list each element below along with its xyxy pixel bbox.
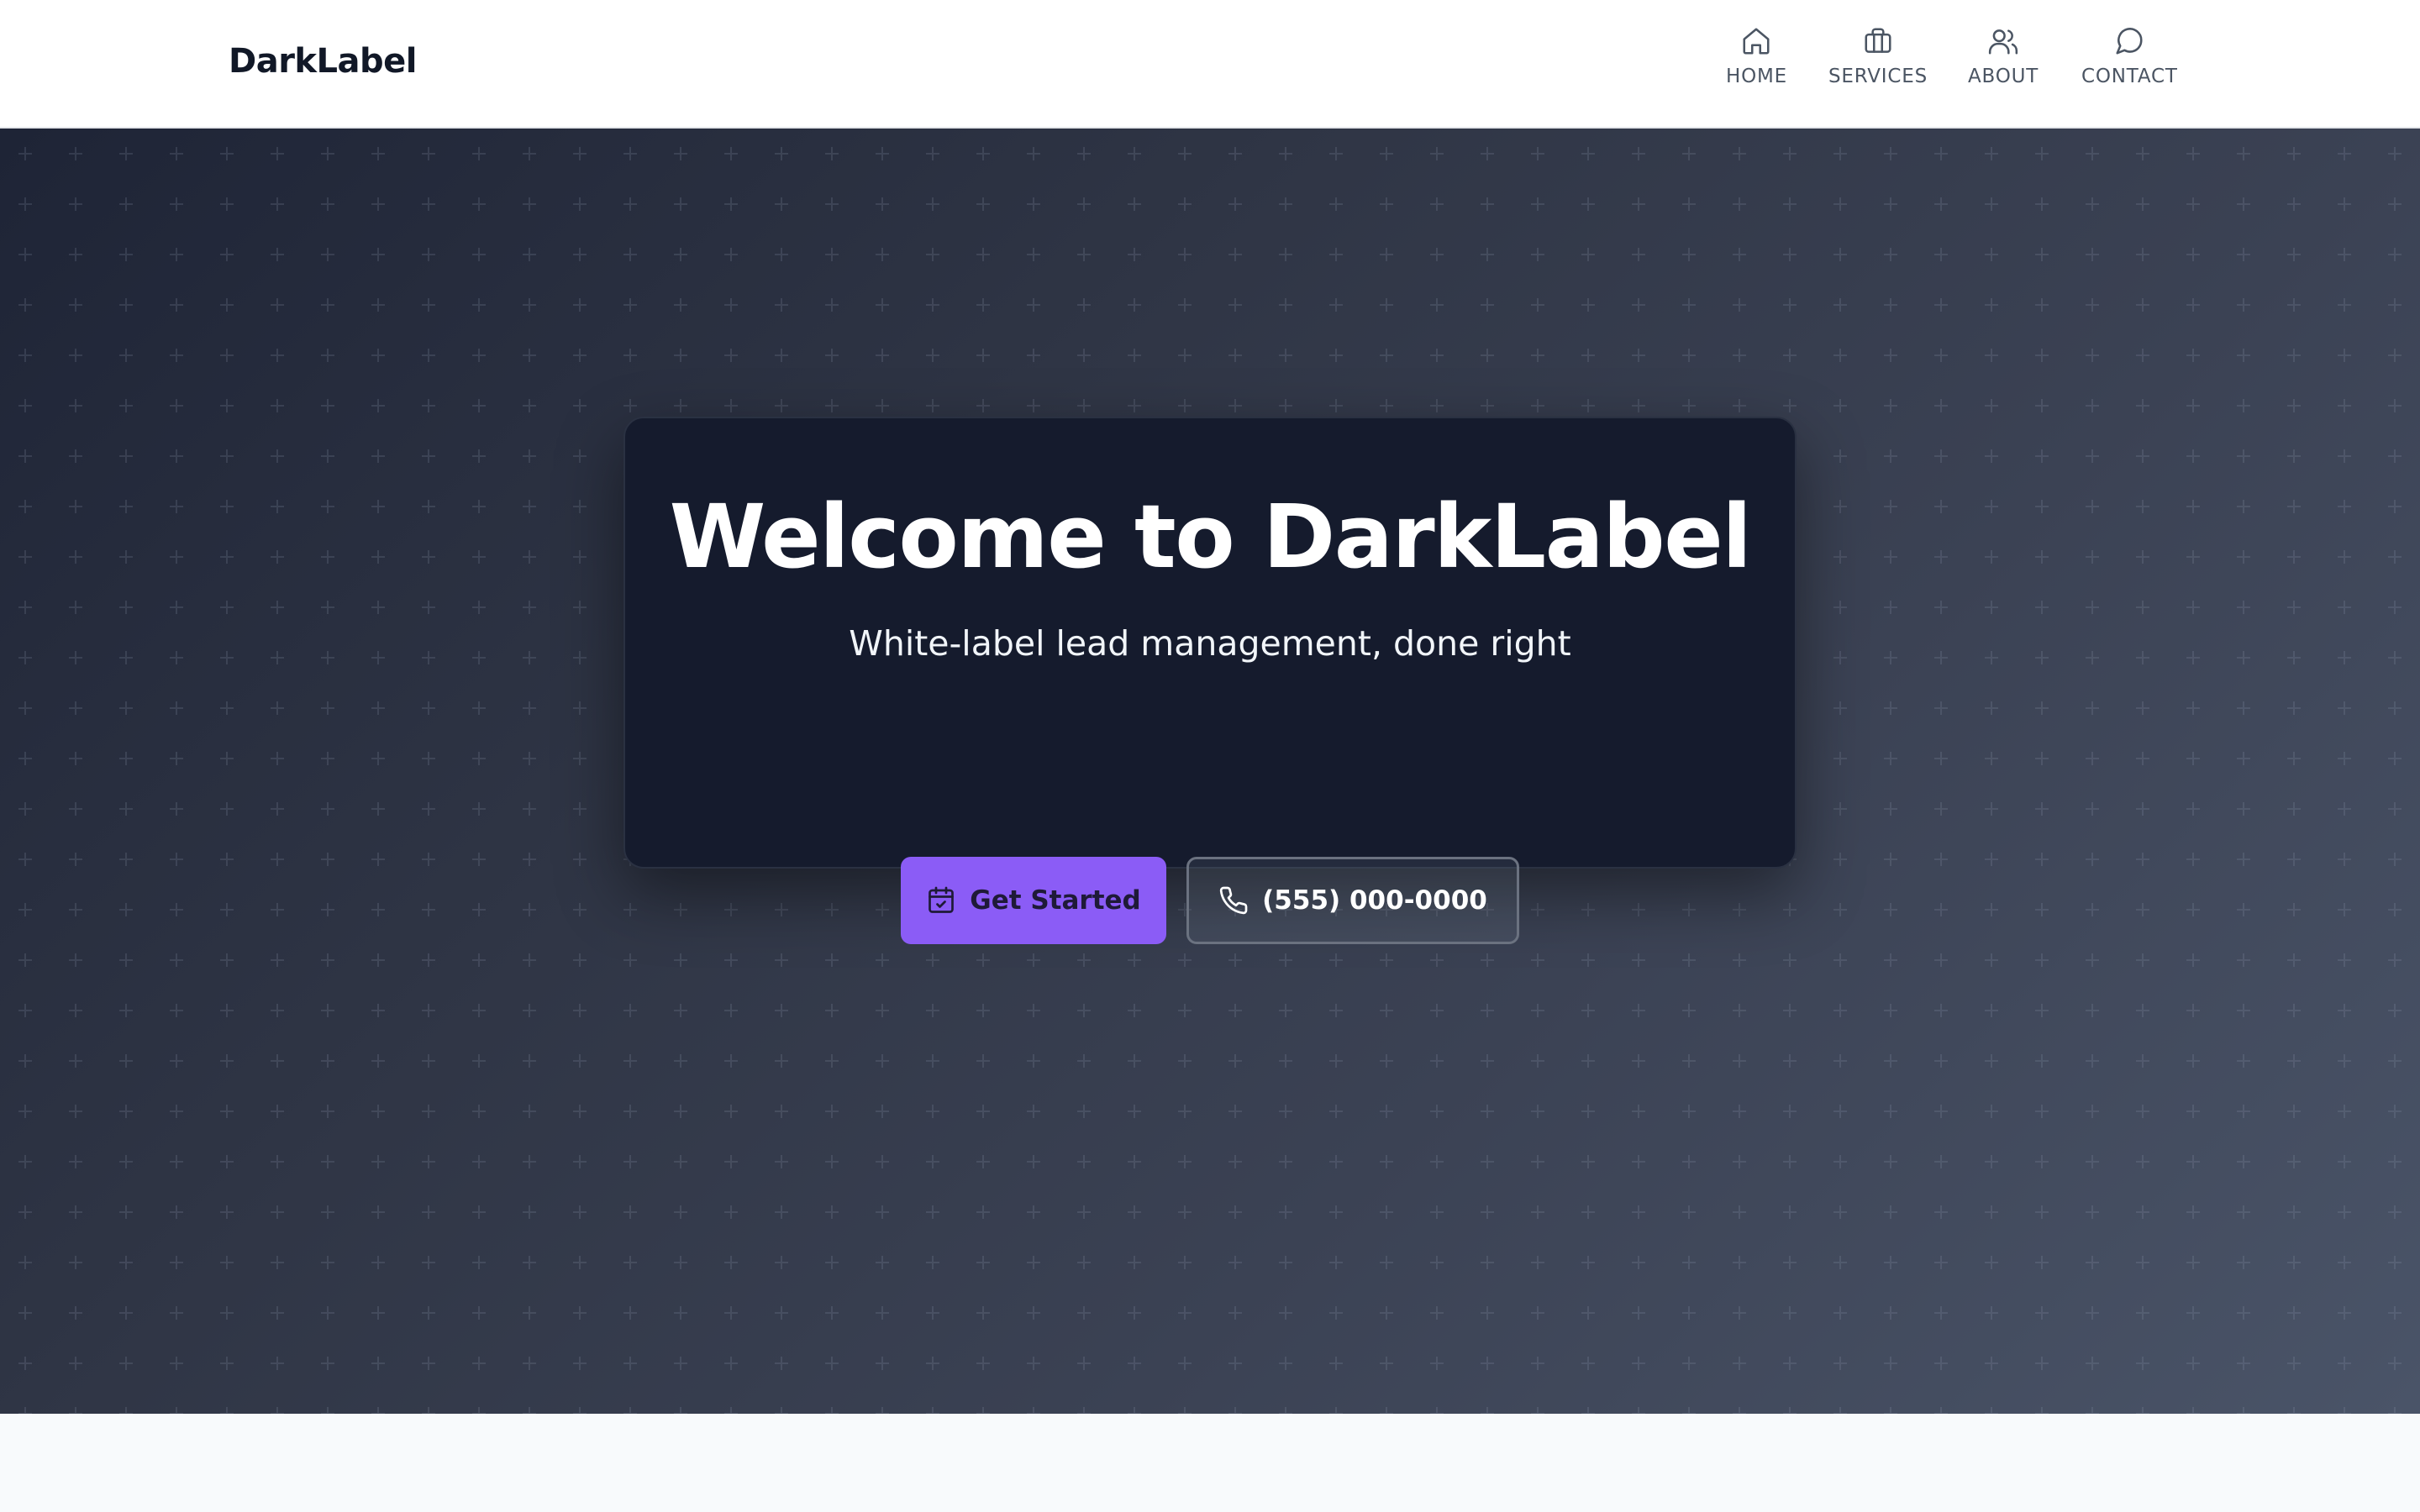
nav-item-services[interactable]: SERVICES xyxy=(1828,25,1928,87)
nav-item-home[interactable]: HOME xyxy=(1726,25,1787,87)
nav-item-contact[interactable]: CONTACT xyxy=(2081,25,2178,87)
nav-label-about: ABOUT xyxy=(1968,66,2039,87)
nav-label-services: SERVICES xyxy=(1828,66,1928,87)
phone-icon xyxy=(1219,886,1248,915)
get-started-label: Get Started xyxy=(970,885,1141,916)
hero-subtitle: White-label lead management, done right xyxy=(849,623,1571,664)
hero-title: Welcome to DarkLabel xyxy=(669,486,1752,588)
message-circle-icon xyxy=(2116,28,2143,55)
phone-button[interactable]: (555) 000-0000 xyxy=(1186,857,1519,944)
users-icon xyxy=(1988,29,2018,55)
nav-item-about[interactable]: ABOUT xyxy=(1968,25,2039,87)
home-icon xyxy=(1743,28,1770,55)
site-header: DarkLabel HOME SERVICES ABOUT CONTACT xyxy=(0,0,2420,129)
phone-label: (555) 000-0000 xyxy=(1262,885,1487,916)
hero-card: Welcome to DarkLabel White-label lead ma… xyxy=(623,417,1797,869)
get-started-button[interactable]: Get Started xyxy=(901,857,1166,944)
nav-label-contact: CONTACT xyxy=(2081,66,2178,87)
next-section xyxy=(0,1414,2420,1512)
calendar-check-icon xyxy=(929,886,955,913)
briefcase-icon xyxy=(1865,28,1891,53)
main-nav: HOME SERVICES ABOUT CONTACT xyxy=(0,0,2420,129)
nav-label-home: HOME xyxy=(1726,66,1787,87)
